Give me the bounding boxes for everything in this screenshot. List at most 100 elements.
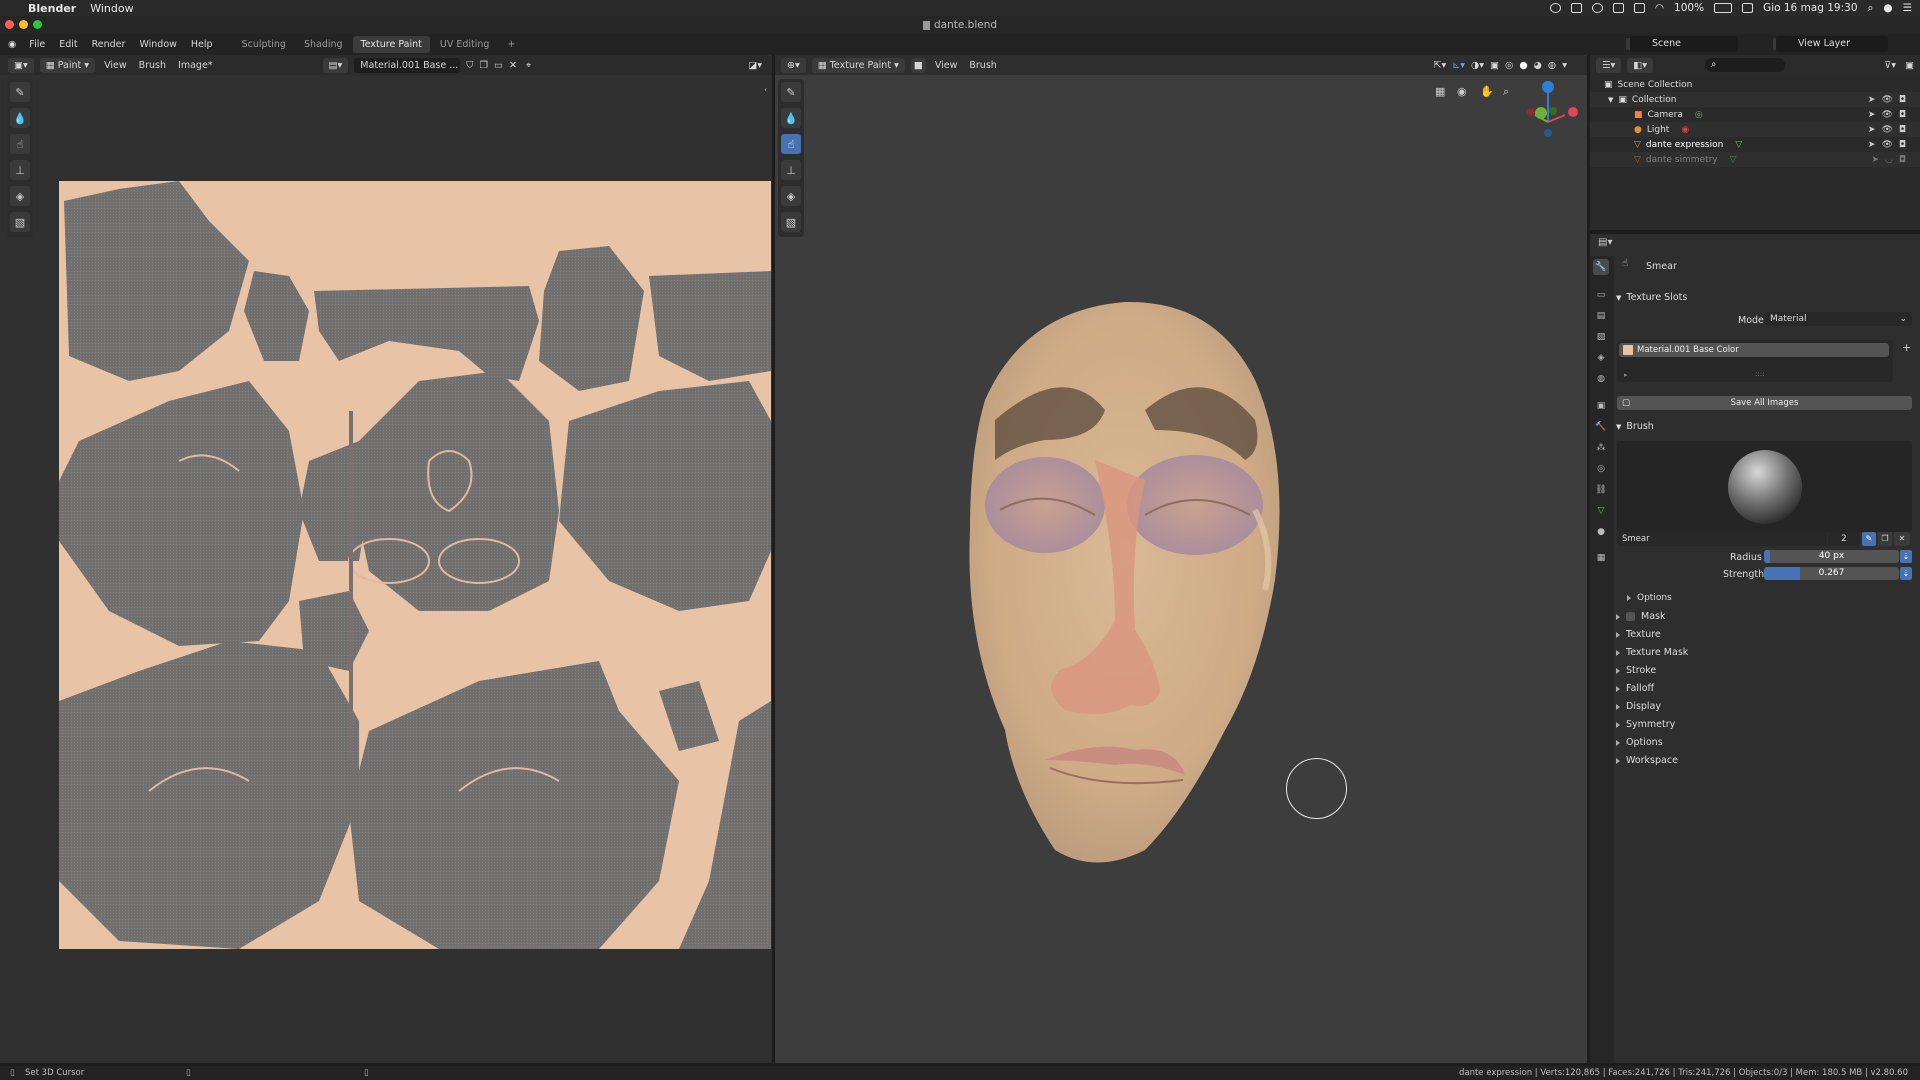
collapse-arrow-icon[interactable]: ▼ [1608,96,1613,104]
duplicate-brush-icon[interactable]: ❐ [1878,532,1892,546]
sidebar-toggle-icon[interactable]: ‹ [764,85,767,94]
calendar-icon[interactable] [1742,3,1754,13]
tree-row-light[interactable]: ● Light ◉ ➤ 👁 ◘ [1590,122,1920,137]
image-editor[interactable]: ▣▾ ▦ Paint ▾ View Brush Image* ▤▾ Materi… [0,55,772,1063]
zoom-window-button[interactable] [33,20,42,29]
render-camera-icon[interactable]: ◘ [1899,95,1906,105]
texture-paint-mode-dropdown[interactable]: ▦ Texture Paint ▾ [811,57,905,73]
wifi-icon[interactable]: ◠ [1655,2,1664,14]
hidden-eye-icon[interactable]: ◡ [1885,155,1893,165]
viewport-editor-type-icon[interactable]: ⊕▾ [781,57,806,73]
particles-tab-icon[interactable]: ⁂ [1593,440,1609,456]
blender-logo-icon[interactable]: ◉ [8,39,16,50]
notification-center-icon[interactable]: ☰ [1903,2,1912,14]
camera-view-icon[interactable]: ◉ [1457,85,1471,99]
window-menu[interactable]: Window [90,2,133,15]
mesh-data-icon[interactable]: ▽ [1735,140,1742,150]
strength-slider[interactable]: 0.267 [1764,567,1899,580]
xray-toggle-icon[interactable]: ▣ [1490,60,1499,71]
scene-selector[interactable]: Scene [1630,36,1738,52]
vp-clone-tool-icon[interactable]: ⊥ [781,160,801,180]
app-menu[interactable]: Blender [28,2,76,15]
airplay-icon[interactable] [1633,3,1645,13]
viewport-brush-menu[interactable]: Brush [963,60,1002,71]
tree-row-collection[interactable]: ▼ ▣ Collection ➤ 👁 ◘ [1590,92,1920,107]
properties-editor-type-icon[interactable]: ▤▾ [1598,237,1612,248]
screen-icon[interactable] [1570,3,1582,13]
output-tab-icon[interactable]: ▤ [1593,308,1609,324]
wireframe-shading-icon[interactable]: ◎ [1505,60,1513,71]
tab-sculpting[interactable]: Sculpting [234,36,294,53]
object-tab-icon[interactable]: ▣ [1593,398,1609,414]
minimize-window-button[interactable] [19,20,28,29]
fake-user-brush-icon[interactable]: ✎ [1862,532,1876,546]
light-data-icon[interactable]: ◉ [1681,125,1689,135]
siri-icon[interactable]: ● [1883,2,1892,14]
grid-view-icon[interactable]: ▦ [1435,85,1449,99]
file-menu[interactable]: File [22,39,52,50]
unlink-image-icon[interactable]: ✕ [509,60,517,71]
rendered-shading-icon[interactable]: ◍ [1548,60,1556,71]
visibility-eye-icon[interactable]: 👁 [1881,125,1892,135]
mask-checkbox[interactable] [1626,612,1635,621]
brush-panel-header[interactable]: ▼ Brush [1616,421,1654,432]
data-tab-icon[interactable]: ▽ [1593,503,1609,519]
selectability-icon[interactable]: ⇱▾ [1434,60,1447,71]
select-toggle-icon[interactable]: ➤ [1868,110,1876,120]
constraints-tab-icon[interactable]: ⛓ [1593,482,1609,498]
options-panel-header[interactable]: Options [1616,737,1663,748]
filter-icon[interactable]: ⊽▾ [1884,60,1896,71]
skype-icon[interactable] [1549,3,1561,13]
world-tab-icon[interactable]: ◍ [1593,371,1609,387]
tree-row-dante-expression[interactable]: ▽ dante expression ▽ ➤ 👁 ◘ [1590,137,1920,152]
smear-brush-preview-icon[interactable] [1728,450,1802,524]
open-image-icon[interactable]: ▭ [494,60,503,71]
stroke-panel-header[interactable]: Stroke [1616,665,1656,676]
soften-tool-icon[interactable]: 💧 [10,108,30,128]
image-browse-icon[interactable]: ▤▾ [322,57,349,73]
texture-panel-header[interactable]: Texture [1616,629,1661,640]
render-camera-icon[interactable]: ◘ [1899,110,1906,120]
radius-slider[interactable]: 40 px [1764,550,1899,563]
image-view-menu[interactable]: View [98,60,133,71]
brush-options-subpanel[interactable]: Options [1627,593,1672,603]
slot-expand-arrow-icon[interactable]: ▸ [1624,371,1628,379]
overlay-toggle-icon[interactable]: ◑▾ [1471,60,1484,71]
vp-mask-tool-icon[interactable]: ▧ [781,212,801,232]
strength-pressure-icon[interactable]: ⇣ [1900,567,1912,580]
display-mode-icon[interactable]: ◧▾ [1627,57,1654,73]
mode-dropdown[interactable]: Material ⌄ [1764,312,1912,326]
vp-smear-tool-icon[interactable]: ☝ [781,134,801,154]
select-toggle-icon[interactable]: ➤ [1871,155,1879,165]
workspace-panel-header[interactable]: Workspace [1616,755,1678,766]
pan-hand-icon[interactable]: ✋ [1480,85,1494,99]
clone-tool-icon[interactable]: ⊥ [10,160,30,180]
visibility-eye-icon[interactable]: 👁 [1881,95,1892,105]
camera-data-icon[interactable]: ◎ [1695,110,1703,120]
spotlight-icon[interactable]: ⌕ [1868,2,1874,15]
uv-texture-canvas[interactable] [59,181,771,949]
cc-icon[interactable] [1591,3,1603,13]
paint-mode-dropdown[interactable]: ▦ Paint ▾ [39,57,96,73]
visibility-eye-icon[interactable]: 👁 [1881,140,1892,150]
display-panel-header[interactable]: Display [1616,701,1661,712]
view-layer-selector[interactable]: View Layer [1776,36,1888,52]
add-slot-icon[interactable]: + [1902,341,1911,354]
render-tab-icon[interactable]: ▭ [1593,287,1609,303]
fill-tool-icon[interactable]: ◈ [10,186,30,206]
tree-row-dante-simmetry[interactable]: ▽ dante simmetry ▽ ➤ ◡ ◘ [1590,152,1920,167]
scene-tab-icon[interactable]: ◈ [1593,350,1609,366]
radius-pressure-icon[interactable]: ⇣ [1900,550,1912,563]
dropbox-icon[interactable] [1612,3,1624,13]
gizmo-toggle-icon[interactable]: ⊾▾ [1452,60,1465,71]
modifier-tab-icon[interactable]: 🔨 [1593,419,1609,435]
window-menu-blender[interactable]: Window [132,39,183,50]
tree-row-camera[interactable]: ■ Camera ◎ ➤ 👁 ◘ [1590,107,1920,122]
brush-icon[interactable]: ■ [910,57,926,73]
brush-name-field[interactable]: Smear [1617,532,1827,546]
render-menu[interactable]: Render [85,39,133,50]
battery-icon[interactable] [1714,3,1733,13]
solid-shading-icon[interactable]: ● [1519,60,1527,71]
close-window-button[interactable] [5,20,14,29]
tab-texture-paint[interactable]: Texture Paint [352,36,430,53]
